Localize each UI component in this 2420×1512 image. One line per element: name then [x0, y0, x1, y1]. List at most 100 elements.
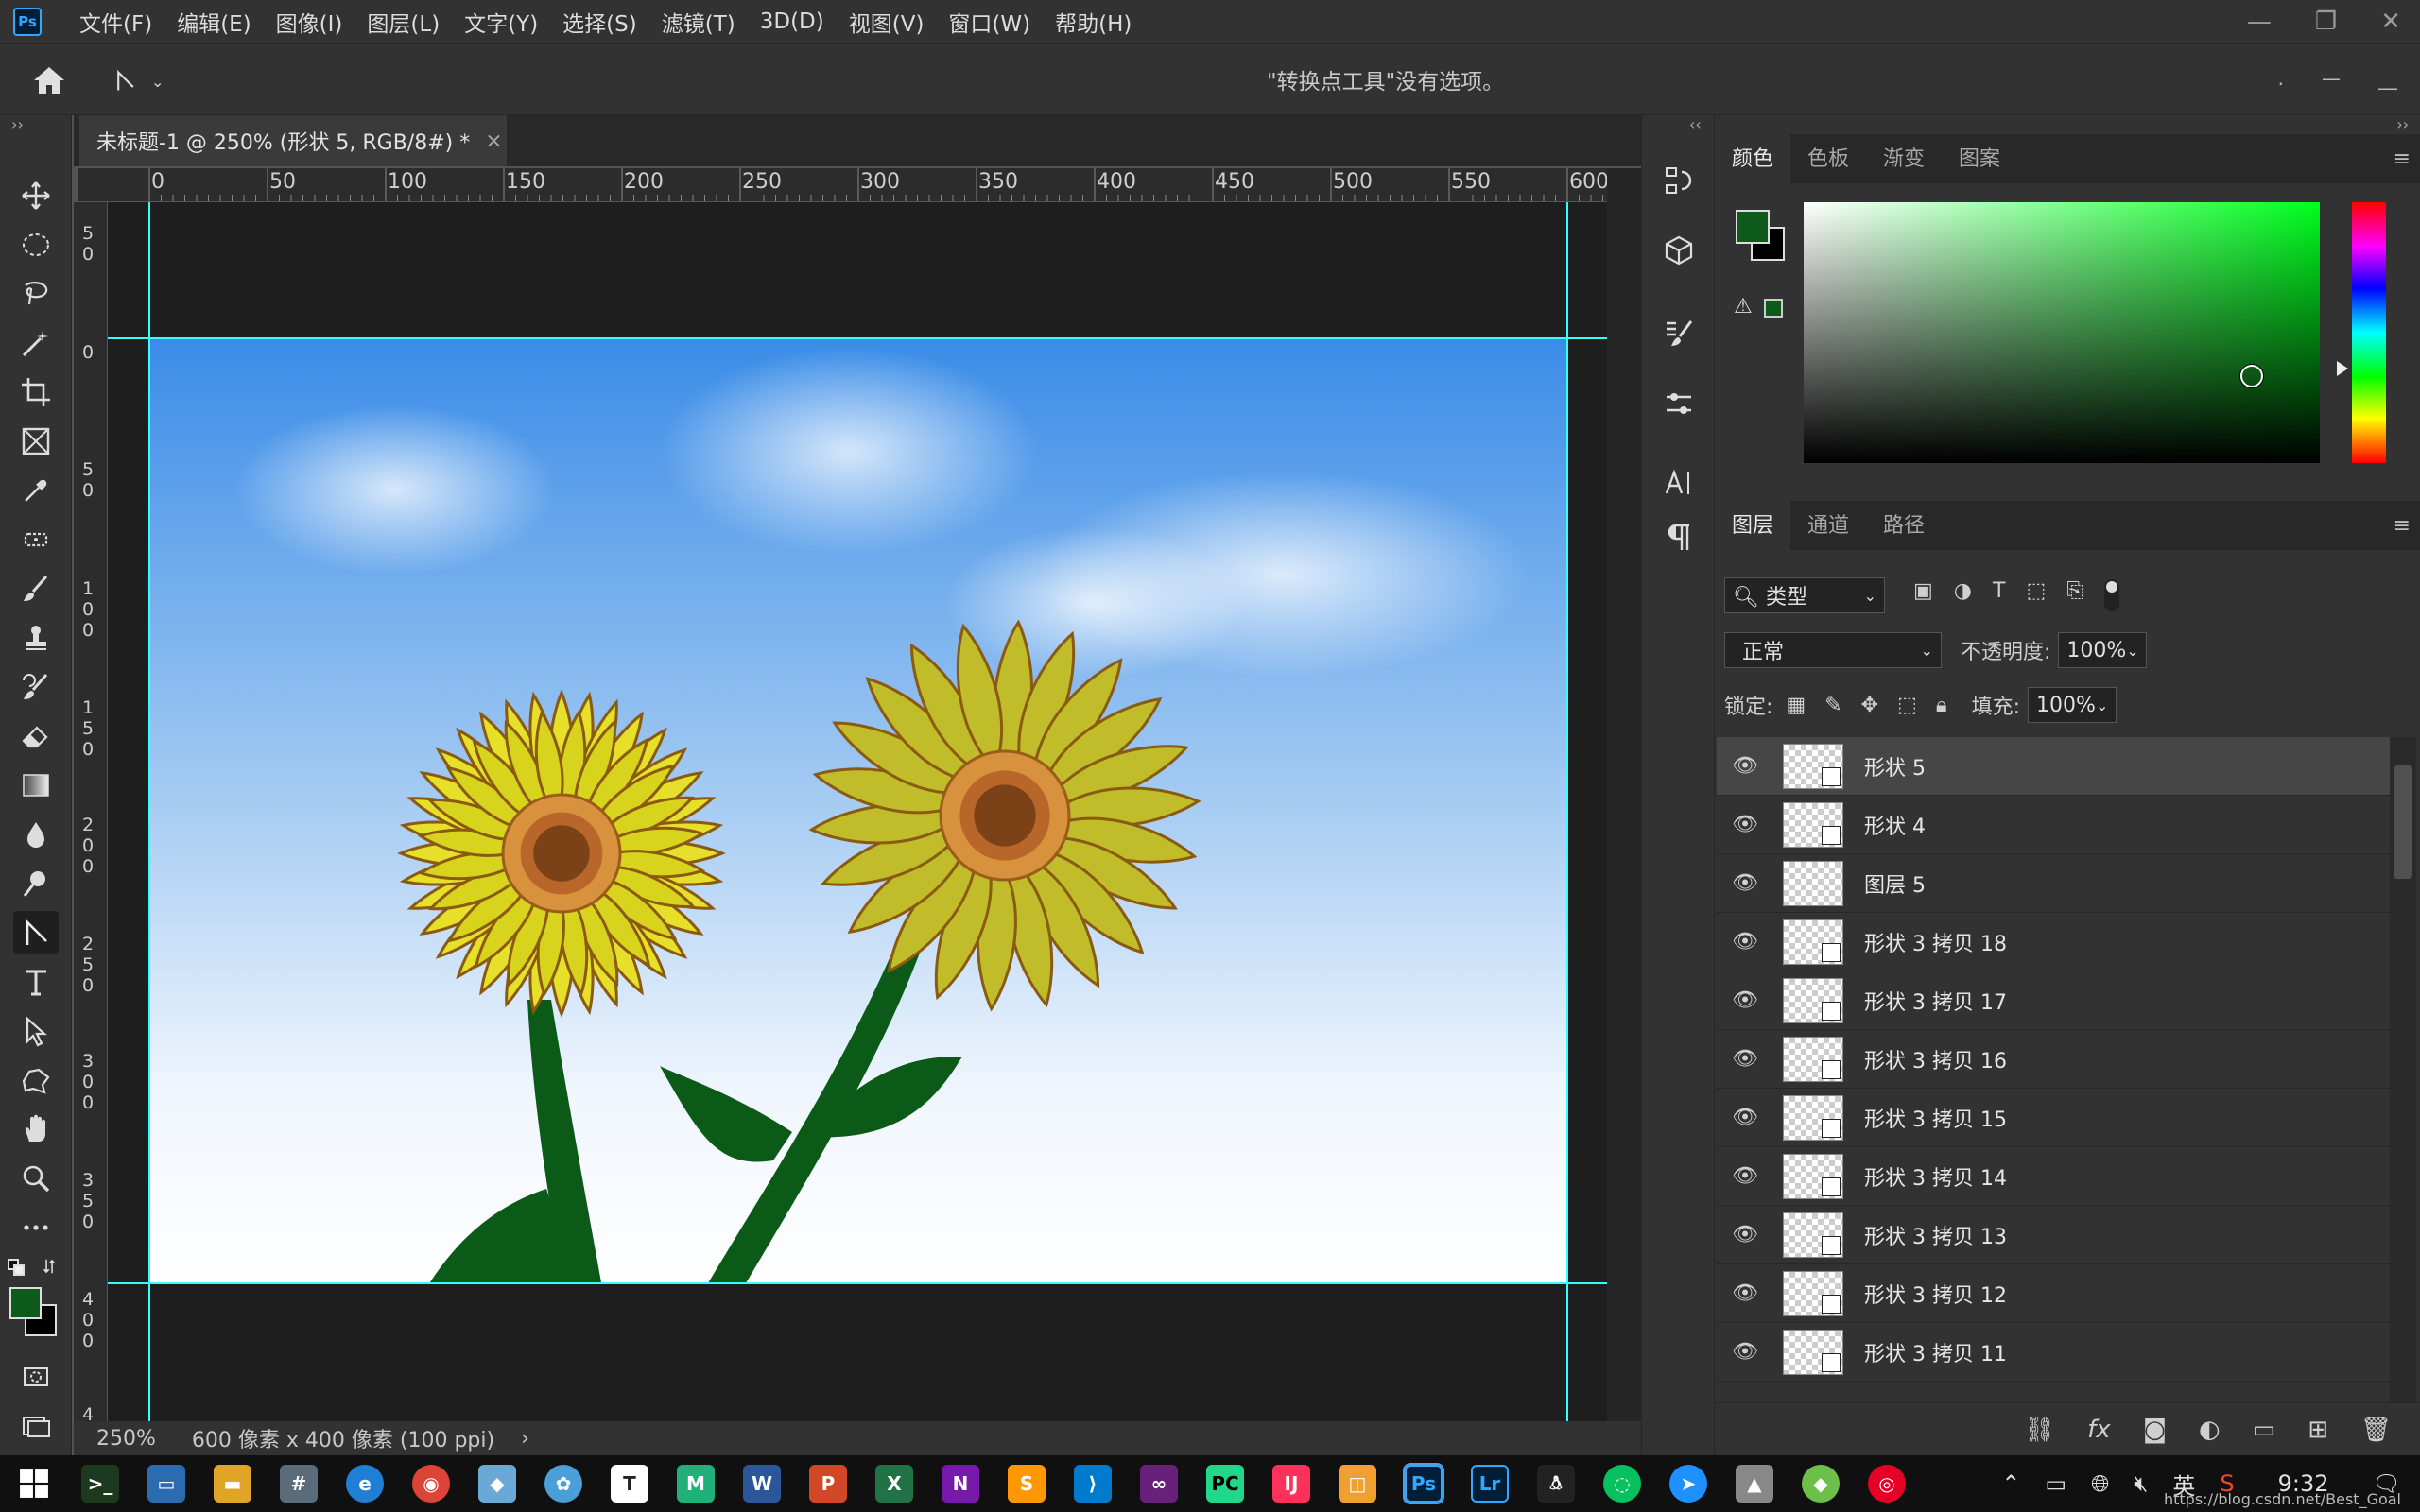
pycharm-icon[interactable]: PC: [1206, 1465, 1244, 1503]
vscode-icon[interactable]: ⟩: [1074, 1465, 1112, 1503]
workspace-switch-icon[interactable]: ⎽: [2378, 67, 2397, 90]
document-vertical-scrollbar[interactable]: [1607, 168, 1641, 1421]
healing-brush-icon[interactable]: [13, 518, 59, 561]
fill-field[interactable]: 100% ⌄: [2028, 687, 2118, 723]
character-panel-icon[interactable]: [1659, 463, 1699, 503]
eye-icon[interactable]: 👁︎: [1717, 871, 1773, 895]
eye-icon[interactable]: 👁︎: [1717, 813, 1773, 836]
stamp-icon[interactable]: [13, 616, 59, 660]
default-colors-icon[interactable]: [8, 1259, 28, 1280]
photoshop-taskbar-icon[interactable]: Ps: [1403, 1463, 1444, 1504]
menu-filter[interactable]: 滤镜(T): [662, 6, 735, 38]
smart-object-filter-icon[interactable]: ⎘: [2066, 579, 2083, 611]
close-tab-icon[interactable]: ×: [485, 129, 502, 153]
layer-row[interactable]: 👁︎ 图层 5: [1717, 854, 2390, 913]
layer-row[interactable]: 👁︎ 形状 3 拷贝 14: [1717, 1147, 2390, 1206]
guide-line[interactable]: [108, 1282, 1607, 1284]
layer-name[interactable]: 形状 3 拷贝 18: [1864, 927, 2007, 957]
menu-help[interactable]: 帮助(H): [1055, 6, 1132, 38]
frame-icon[interactable]: [13, 420, 59, 463]
eye-icon[interactable]: 👁︎: [1717, 988, 1773, 1012]
notes-icon[interactable]: ◫: [1339, 1465, 1376, 1503]
collapse-panels-icon[interactable]: ‹‹: [1689, 115, 1702, 133]
lasso-icon[interactable]: [13, 272, 59, 316]
edge-browser-icon[interactable]: e: [346, 1465, 384, 1503]
history-brush-icon[interactable]: [13, 665, 59, 709]
sublime-text-icon[interactable]: S: [1008, 1465, 1046, 1503]
gradient-icon[interactable]: [13, 764, 59, 807]
brush-settings-icon[interactable]: [1659, 314, 1699, 353]
custom-shape-icon[interactable]: [13, 1058, 59, 1102]
excel-icon[interactable]: X: [875, 1465, 913, 1503]
blend-mode-dropdown[interactable]: 正常 ⌄: [1724, 632, 1942, 668]
color-fg-bg-swatches[interactable]: [1732, 206, 1792, 266]
collapse-toolbar-icon[interactable]: ››: [11, 115, 24, 133]
eyedropper-icon[interactable]: [13, 469, 59, 512]
color-picker-field[interactable]: [1804, 202, 2320, 463]
workspace-icon[interactable]: —: [2322, 67, 2341, 90]
adjustment-filter-icon[interactable]: ◑: [1954, 579, 1972, 611]
opacity-field[interactable]: 100% ⌄: [2058, 632, 2148, 668]
layer-thumbnail[interactable]: [1783, 919, 1843, 965]
layer-thumbnail[interactable]: [1783, 743, 1843, 789]
hue-slider-arrow[interactable]: [2337, 361, 2348, 376]
tab-swatches[interactable]: 色板: [1790, 142, 1866, 183]
volume-muted-icon[interactable]: 🔇︎: [2134, 1470, 2148, 1497]
guide-line[interactable]: [1566, 202, 1568, 1421]
layer-thumbnail[interactable]: [1783, 1270, 1843, 1316]
status-arrow-icon[interactable]: ›: [521, 1427, 529, 1451]
3d-panel-icon[interactable]: [1659, 231, 1699, 270]
ellipse-marquee-icon[interactable]: [13, 223, 59, 266]
type-filter-icon[interactable]: T: [1993, 579, 2005, 611]
eraser-icon[interactable]: [13, 714, 59, 758]
layer-name[interactable]: 形状 3 拷贝 16: [1864, 1044, 2007, 1074]
menu-layer[interactable]: 图层(L): [367, 6, 440, 38]
layer-thumbnail[interactable]: [1783, 1036, 1843, 1082]
tab-paths[interactable]: 路径: [1866, 508, 1942, 550]
crop-icon[interactable]: [13, 370, 59, 414]
menu-3d[interactable]: 3D(D): [760, 9, 824, 34]
tab-patterns[interactable]: 图案: [1942, 142, 2017, 183]
layers-scrollbar-thumb[interactable]: [2394, 765, 2412, 879]
lightroom-icon[interactable]: Lr: [1471, 1465, 1509, 1503]
out-of-gamut-warning-icon[interactable]: ⚠: [1734, 295, 1753, 318]
foreground-color-swatch[interactable]: [1736, 210, 1770, 244]
quick-mask-icon[interactable]: [13, 1355, 59, 1399]
eye-icon[interactable]: 👁︎: [1717, 1223, 1773, 1246]
guide-line[interactable]: [148, 202, 150, 1421]
expand-panels-icon[interactable]: ››: [2396, 115, 2409, 133]
file-explorer-icon[interactable]: ▬: [214, 1465, 251, 1503]
calculator-icon[interactable]: #: [280, 1465, 318, 1503]
add-mask-icon[interactable]: ◙: [2143, 1416, 2167, 1444]
more-tools-icon[interactable]: [13, 1206, 59, 1249]
zoom-tool-icon[interactable]: [13, 1157, 59, 1200]
new-layer-icon[interactable]: ⊞: [2308, 1416, 2328, 1444]
eye-icon[interactable]: 👁︎: [1717, 1106, 1773, 1129]
layer-row[interactable]: 👁︎ 形状 5: [1717, 737, 2390, 796]
app-icon-green[interactable]: ◆: [1802, 1465, 1840, 1503]
layer-name[interactable]: 形状 3 拷贝 15: [1864, 1103, 2007, 1133]
windows-start-icon[interactable]: [15, 1465, 53, 1503]
mindmaster-icon[interactable]: M: [677, 1465, 715, 1503]
magic-wand-icon[interactable]: [13, 321, 59, 365]
screen-mode-icon[interactable]: [13, 1404, 59, 1448]
layer-row[interactable]: 👁︎ 形状 3 拷贝 11: [1717, 1323, 2390, 1382]
tab-gradients[interactable]: 渐变: [1866, 142, 1942, 183]
brush-icon[interactable]: [13, 567, 59, 610]
color-picker-marker[interactable]: [2240, 365, 2263, 387]
link-layers-icon[interactable]: ⛓: [2024, 1416, 2055, 1444]
tab-color[interactable]: 颜色: [1715, 129, 1791, 183]
layer-name[interactable]: 形状 3 拷贝 17: [1864, 986, 2007, 1016]
remote-desktop-icon[interactable]: ▭: [147, 1465, 185, 1503]
network-icon[interactable]: 🌐︎: [2091, 1470, 2109, 1497]
layer-thumbnail[interactable]: [1783, 1094, 1843, 1141]
layer-row[interactable]: 👁︎ 形状 3 拷贝 16: [1717, 1030, 2390, 1089]
hand-tool-icon[interactable]: [13, 1108, 59, 1151]
layer-row[interactable]: 👁︎ 形状 3 拷贝 12: [1717, 1264, 2390, 1323]
canvas-artwork[interactable]: [149, 338, 1567, 1293]
app-icon[interactable]: ▲: [1736, 1465, 1773, 1503]
layer-thumbnail[interactable]: [1783, 1329, 1843, 1375]
eye-icon[interactable]: 👁︎: [1717, 754, 1773, 778]
typora-icon[interactable]: T: [611, 1465, 648, 1503]
eye-icon[interactable]: 👁︎: [1717, 1281, 1773, 1305]
